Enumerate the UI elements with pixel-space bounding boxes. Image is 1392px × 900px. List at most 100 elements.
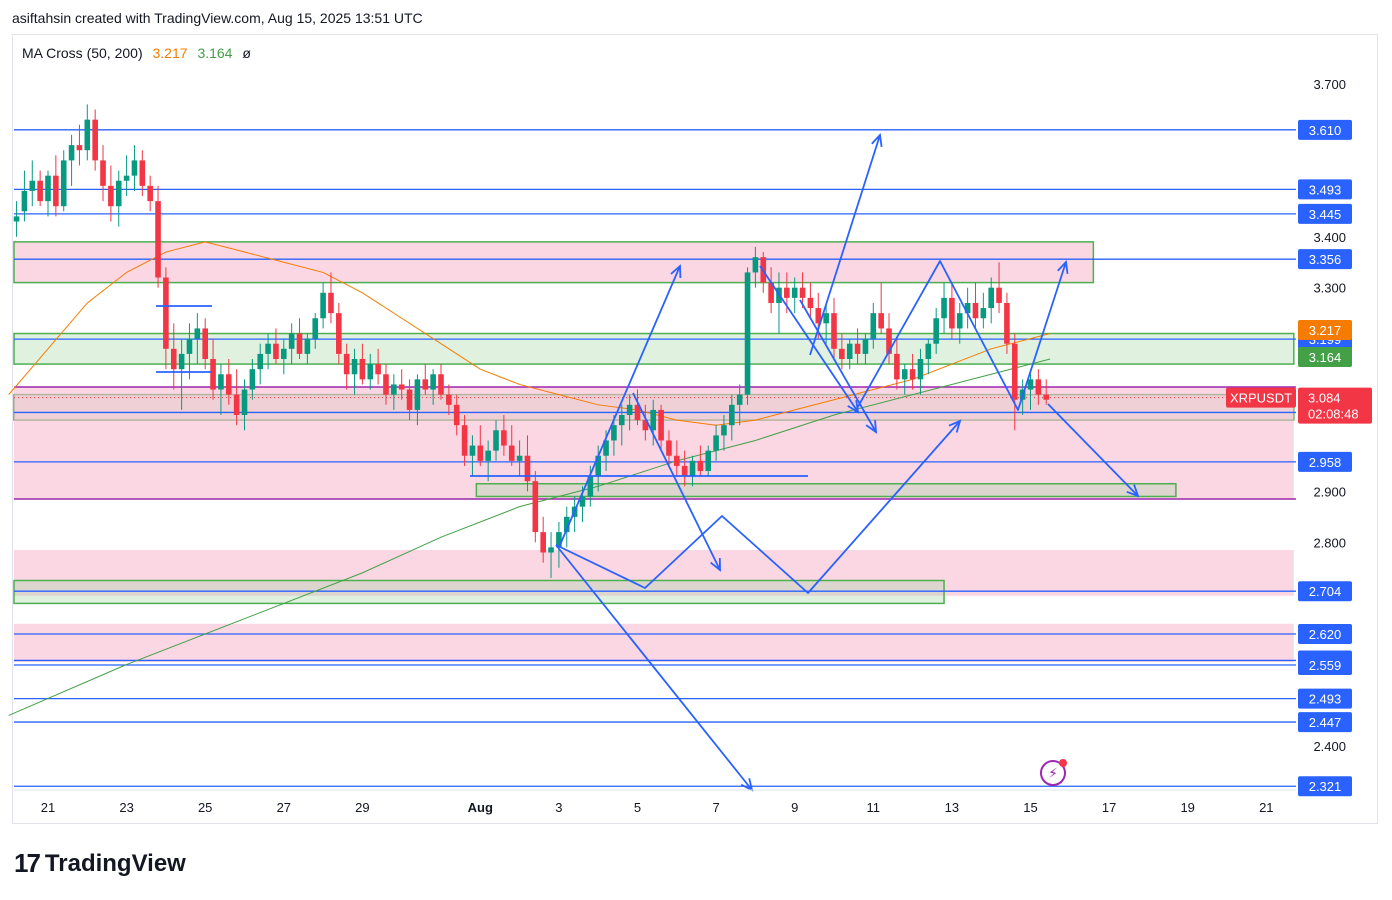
- candle-body-up[interactable]: [901, 369, 908, 380]
- candle-body-down[interactable]: [422, 379, 429, 390]
- candle-body-down[interactable]: [100, 160, 106, 186]
- candle-body-up[interactable]: [68, 145, 75, 161]
- candle-body-up[interactable]: [45, 175, 51, 202]
- candle-body-up[interactable]: [650, 409, 657, 431]
- candle-body-down[interactable]: [398, 384, 405, 390]
- candle-body-up[interactable]: [823, 313, 829, 324]
- candle-body-up[interactable]: [736, 394, 743, 405]
- candle-body-down[interactable]: [225, 374, 232, 395]
- candle-body-down[interactable]: [359, 358, 366, 380]
- candle-body-down[interactable]: [674, 455, 680, 466]
- candle-body-down[interactable]: [296, 333, 303, 354]
- candle-body-up[interactable]: [186, 338, 193, 354]
- candle-body-up[interactable]: [29, 180, 36, 191]
- candle-body-up[interactable]: [249, 369, 256, 390]
- candle-body-down[interactable]: [453, 404, 460, 426]
- candle-body-up[interactable]: [618, 415, 625, 426]
- candle-body-up[interactable]: [320, 292, 326, 319]
- candle-body-down[interactable]: [477, 445, 484, 461]
- candle-body-down[interactable]: [92, 119, 98, 161]
- candle-body-down[interactable]: [147, 185, 153, 202]
- candle-body-down[interactable]: [540, 532, 546, 553]
- candle-body-up[interactable]: [721, 425, 727, 436]
- candle-body-down[interactable]: [854, 343, 861, 354]
- candle-body-up[interactable]: [1027, 379, 1034, 390]
- candle-body-down[interactable]: [438, 374, 444, 395]
- candle-body-down[interactable]: [273, 343, 279, 359]
- candle-body-down[interactable]: [996, 287, 1002, 303]
- candle-body-down[interactable]: [336, 313, 342, 354]
- candle-body-down[interactable]: [163, 277, 169, 349]
- candle-body-up[interactable]: [752, 257, 759, 273]
- candle-body-down[interactable]: [210, 358, 216, 390]
- candle-body-down[interactable]: [524, 455, 531, 482]
- ma-cross-legend[interactable]: MA Cross (50, 200) 3.217 3.164 ø: [22, 45, 251, 61]
- candle-body-down[interactable]: [343, 353, 350, 375]
- candle-body-up[interactable]: [548, 547, 554, 553]
- candle-body-up[interactable]: [257, 353, 264, 370]
- candle-body-down[interactable]: [666, 440, 672, 456]
- candle-body-up[interactable]: [367, 364, 374, 380]
- candle-body-up[interactable]: [713, 435, 719, 451]
- candle-body-up[interactable]: [391, 384, 397, 395]
- candle-body-up[interactable]: [312, 318, 319, 339]
- candle-body-up[interactable]: [241, 389, 248, 415]
- candle-body-up[interactable]: [516, 455, 523, 461]
- candle-body-down[interactable]: [1011, 343, 1018, 400]
- candle-body-up[interactable]: [917, 358, 924, 380]
- candle-body-down[interactable]: [461, 425, 468, 456]
- candle-body-down[interactable]: [202, 328, 208, 359]
- candle-body-up[interactable]: [626, 404, 633, 415]
- candle-body-down[interactable]: [894, 353, 900, 380]
- candle-body-up[interactable]: [611, 425, 617, 441]
- candle-body-down[interactable]: [383, 374, 389, 395]
- candle-body-up[interactable]: [485, 450, 491, 461]
- candle-body-up[interactable]: [414, 379, 421, 410]
- candle-body-down[interactable]: [799, 287, 806, 298]
- candle-body-up[interactable]: [178, 353, 185, 370]
- candle-body-down[interactable]: [446, 394, 452, 405]
- candle-body-down[interactable]: [406, 389, 413, 410]
- candle-body-down[interactable]: [233, 394, 240, 415]
- eye-crossed-icon[interactable]: ø: [242, 45, 251, 61]
- price-chart[interactable]: 3.700 3.400 3.300 2.900 2.800 2.400 3.610 3.493…: [0, 0, 1392, 900]
- candle-body-down[interactable]: [170, 348, 177, 370]
- candle-body-down[interactable]: [37, 180, 43, 202]
- candle-body-down[interactable]: [108, 185, 114, 207]
- candle-body-down[interactable]: [807, 297, 814, 309]
- candle-body-up[interactable]: [288, 333, 295, 349]
- candle-body-up[interactable]: [941, 297, 947, 319]
- candle-body-down[interactable]: [658, 409, 664, 441]
- candle-body-up[interactable]: [988, 287, 994, 309]
- candle-body-up[interactable]: [281, 348, 287, 359]
- candle-body-up[interactable]: [218, 374, 224, 390]
- candle-body-down[interactable]: [155, 201, 161, 278]
- candle-body-down[interactable]: [1035, 379, 1042, 395]
- candle-body-down[interactable]: [839, 348, 845, 359]
- candle-body-up[interactable]: [980, 308, 987, 319]
- candle-body-down[interactable]: [972, 302, 979, 319]
- candle-body-down[interactable]: [375, 364, 381, 375]
- candle-body-up[interactable]: [123, 175, 130, 181]
- candle-body-up[interactable]: [705, 450, 712, 472]
- candle-body-up[interactable]: [689, 460, 696, 477]
- candle-body-up[interactable]: [21, 190, 28, 212]
- candle-body-up[interactable]: [351, 358, 358, 375]
- tradingview-logo[interactable]: 17 TradingView: [14, 848, 186, 879]
- candle-body-down[interactable]: [878, 313, 884, 329]
- candle-body-up[interactable]: [304, 338, 311, 354]
- candle-body-down[interactable]: [909, 369, 916, 380]
- candle-body-up[interactable]: [956, 313, 963, 329]
- candle-body-down[interactable]: [1043, 394, 1050, 400]
- candle-body-up[interactable]: [925, 343, 932, 359]
- candle-body-up[interactable]: [194, 328, 201, 339]
- candle-body-down[interactable]: [76, 145, 83, 151]
- candle-body-up[interactable]: [862, 338, 869, 354]
- candle-body-down[interactable]: [508, 445, 515, 461]
- candle-body-up[interactable]: [744, 272, 751, 395]
- candle-body-down[interactable]: [831, 313, 837, 349]
- candle-body-up[interactable]: [131, 160, 138, 176]
- candle-body-up[interactable]: [870, 313, 877, 339]
- candle-body-up[interactable]: [493, 430, 499, 451]
- candle-body-down[interactable]: [949, 297, 955, 329]
